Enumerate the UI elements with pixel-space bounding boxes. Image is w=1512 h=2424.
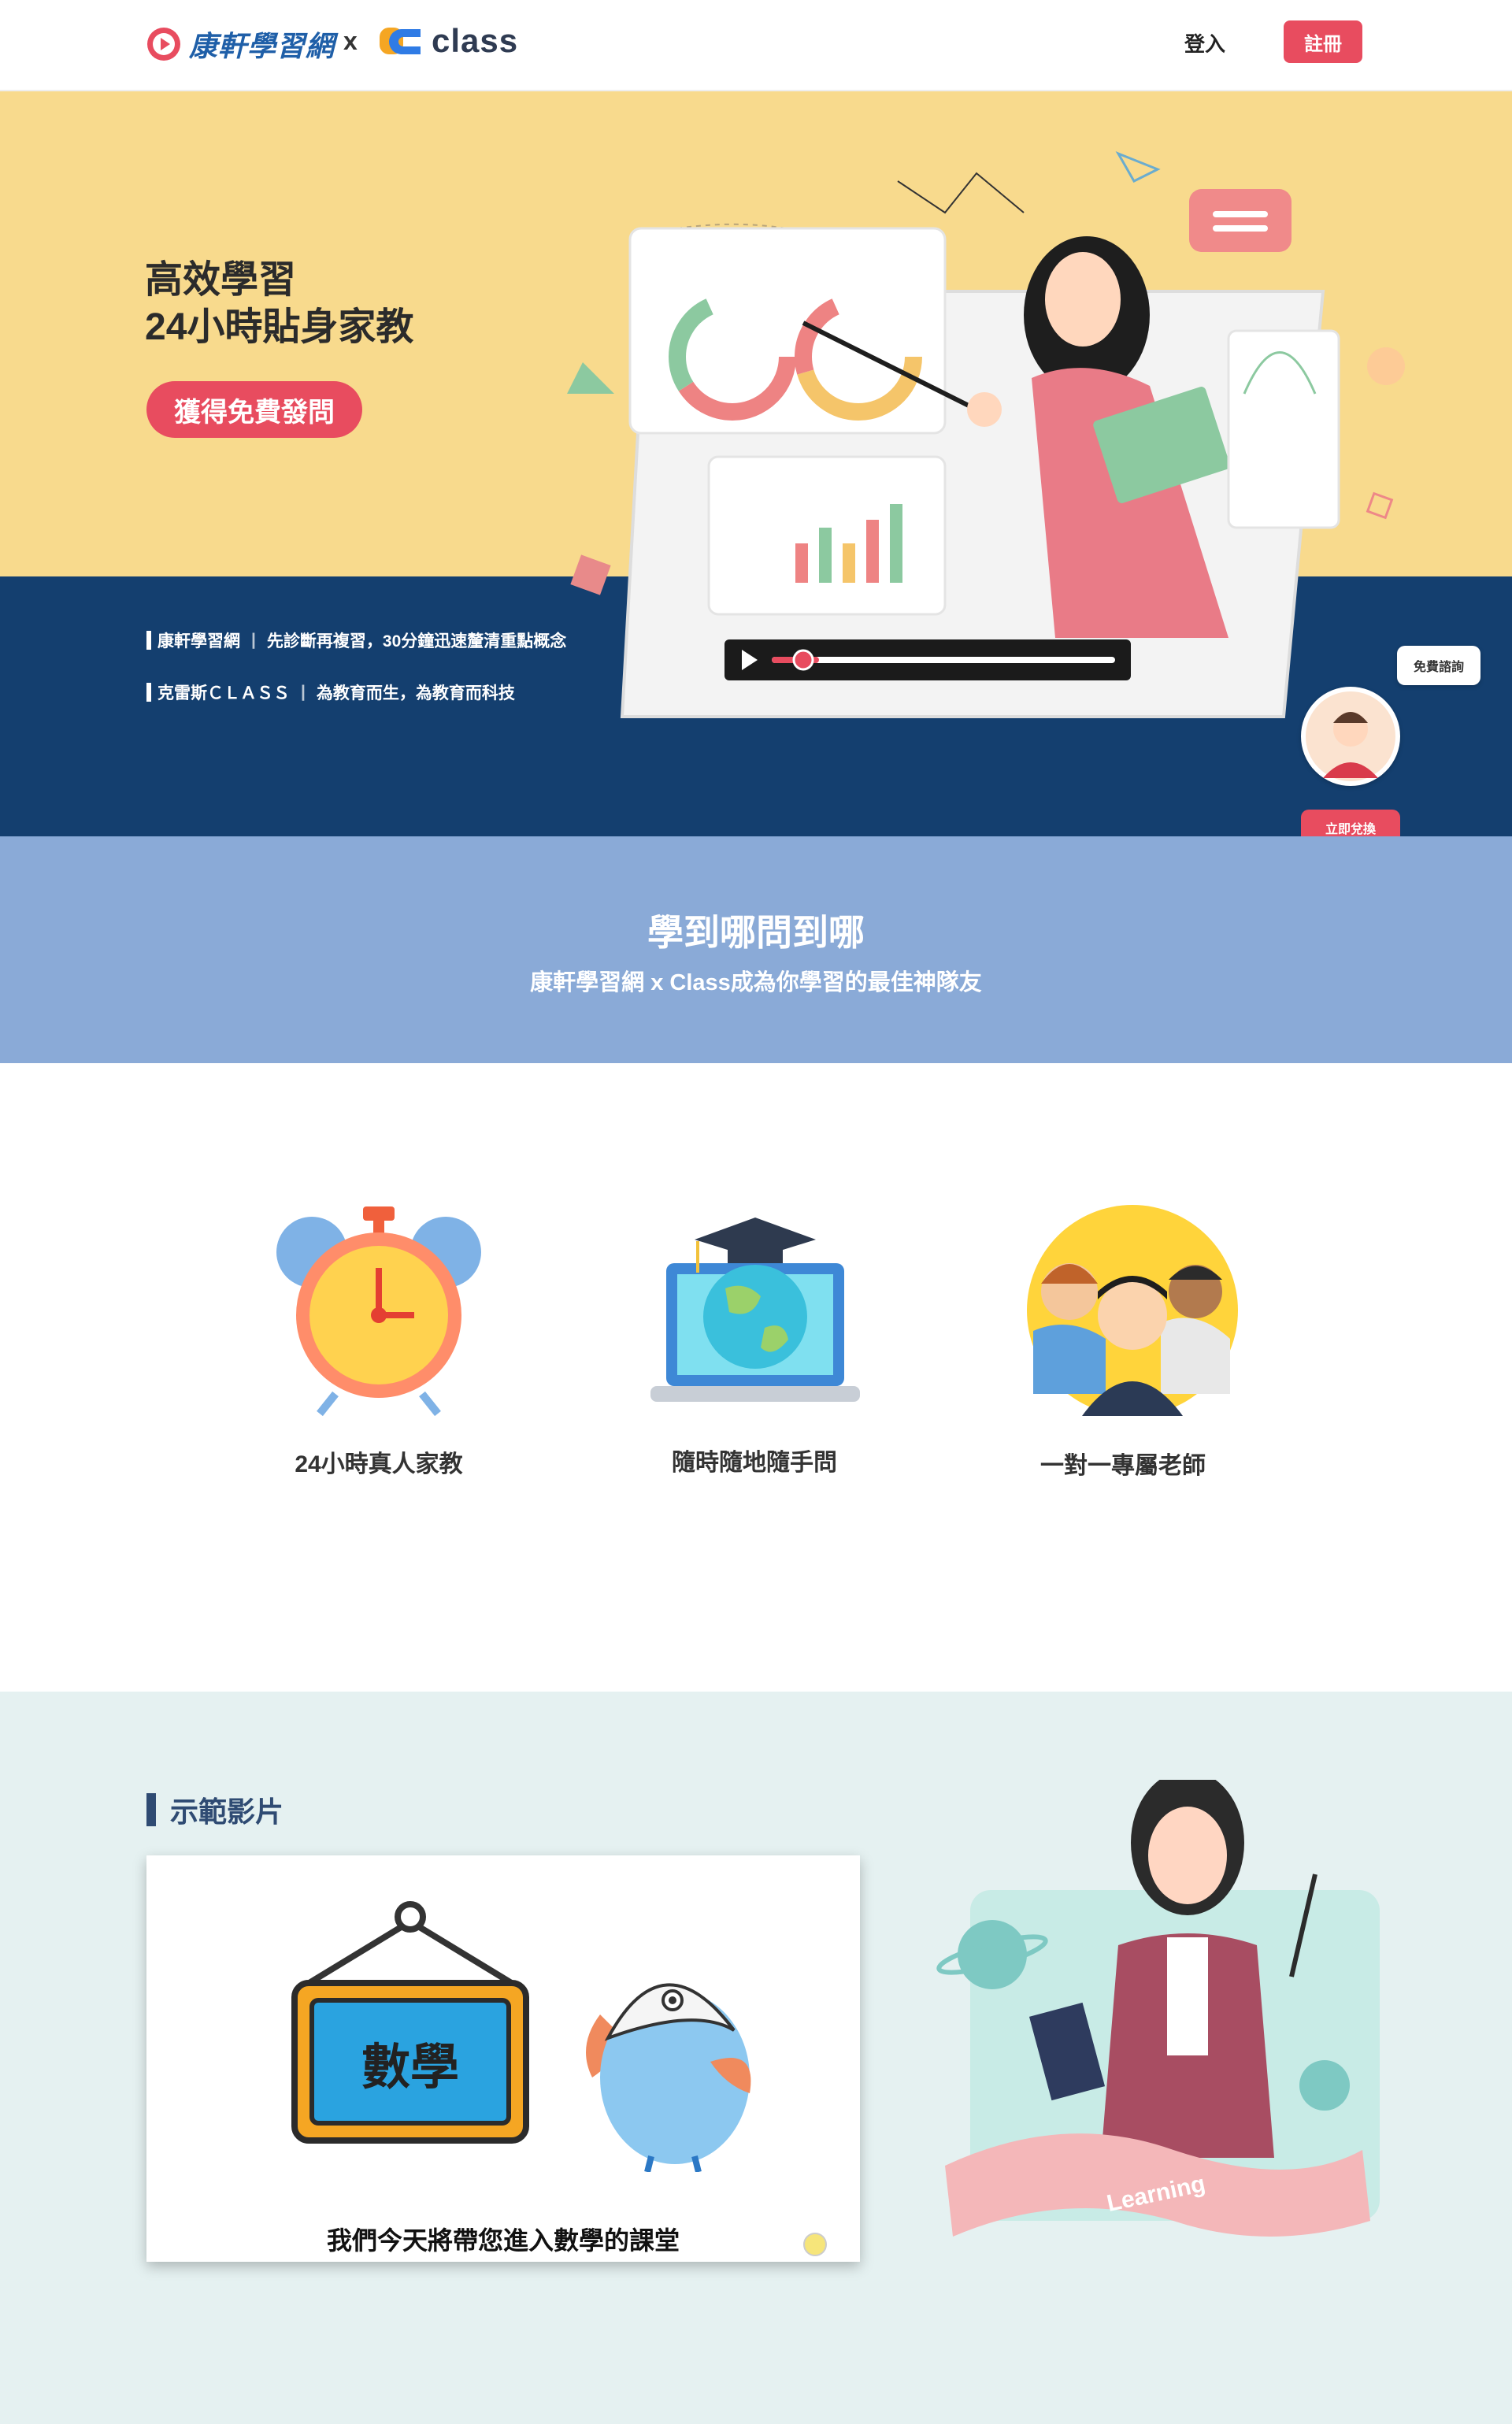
tag-desc: 為教育而生，為教育而科技 bbox=[316, 684, 515, 702]
site-header: 康軒學習網 x class 登入 註冊 bbox=[0, 0, 1512, 91]
tag-separator: | bbox=[251, 631, 256, 649]
free-consult-bubble[interactable]: 免費諮詢 bbox=[1397, 646, 1480, 685]
teacher-dashboard-illustration bbox=[567, 151, 1405, 718]
laptop-globe-icon bbox=[650, 1218, 860, 1402]
tag-name: 康軒學習網 bbox=[158, 632, 240, 650]
hero-title: 高效學習 24小時貼身家教 bbox=[145, 257, 413, 351]
learning-teacher-illustration: Learning bbox=[936, 1780, 1380, 2237]
teachers-group-icon bbox=[1027, 1205, 1238, 1416]
hero-tag-kh: 康軒學習網 | 先診斷再複習，30分鐘迅速釐清重點概念 bbox=[146, 628, 566, 652]
logo-separator: x bbox=[343, 27, 358, 55]
class-logo-text: class bbox=[432, 22, 519, 59]
play-logo-icon bbox=[147, 28, 180, 61]
tag-name: 克雷斯ＣＬＡＳＳ bbox=[158, 684, 290, 702]
video-badge-icon bbox=[803, 2233, 827, 2256]
tag-desc: 先診斷再複習，30分鐘迅速釐清重點概念 bbox=[266, 632, 567, 650]
demo-title: 示範影片 bbox=[146, 1789, 284, 1830]
alarm-clock-icon bbox=[276, 1206, 481, 1417]
free-question-button[interactable]: 獲得免費發問 bbox=[146, 381, 362, 438]
math-sign-icon: 數學 bbox=[291, 1901, 529, 2144]
math-sign-text: 數學 bbox=[361, 2038, 459, 2096]
video-caption: 我們今天將帶您進入數學的課堂 bbox=[326, 2226, 680, 2255]
hero-title-line2: 24小時貼身家教 bbox=[145, 306, 414, 348]
hero-tag-class: 克雷斯ＣＬＡＳＳ | 為教育而生，為教育而科技 bbox=[146, 680, 515, 704]
feature-label-teacher: 一對一專屬老師 bbox=[1040, 1453, 1206, 1479]
feature-label-anywhere: 隨時隨地隨手問 bbox=[672, 1450, 837, 1476]
class-logo[interactable]: class bbox=[378, 22, 518, 60]
demo-video-player[interactable]: 數學 我們今天將帶您進入數學的課堂 bbox=[146, 1855, 860, 2262]
hero-title-line1: 高效學習 bbox=[145, 259, 297, 301]
register-button[interactable]: 註冊 bbox=[1284, 20, 1362, 63]
kh-logo[interactable]: 康軒學習網 bbox=[145, 24, 335, 65]
band-subtitle: 康軒學習網 x Class成為你學習的最佳神隊友 bbox=[530, 970, 982, 995]
band-title: 學到哪問到哪 bbox=[647, 912, 865, 953]
tag-separator: | bbox=[301, 683, 306, 701]
tag-bar bbox=[146, 683, 151, 702]
fish-character-icon bbox=[586, 1983, 751, 2172]
demo-title-bar bbox=[146, 1793, 156, 1826]
login-link[interactable]: 登入 bbox=[1184, 28, 1225, 57]
tag-bar bbox=[146, 631, 151, 650]
tutor-face-icon bbox=[1323, 712, 1378, 778]
demo-title-text: 示範影片 bbox=[170, 1796, 284, 1828]
tutor-avatar[interactable] bbox=[1301, 687, 1400, 786]
feature-label-tutor: 24小時真人家教 bbox=[295, 1451, 463, 1477]
kh-logo-text: 康軒學習網 bbox=[189, 30, 335, 62]
class-logo-icon bbox=[380, 28, 421, 54]
